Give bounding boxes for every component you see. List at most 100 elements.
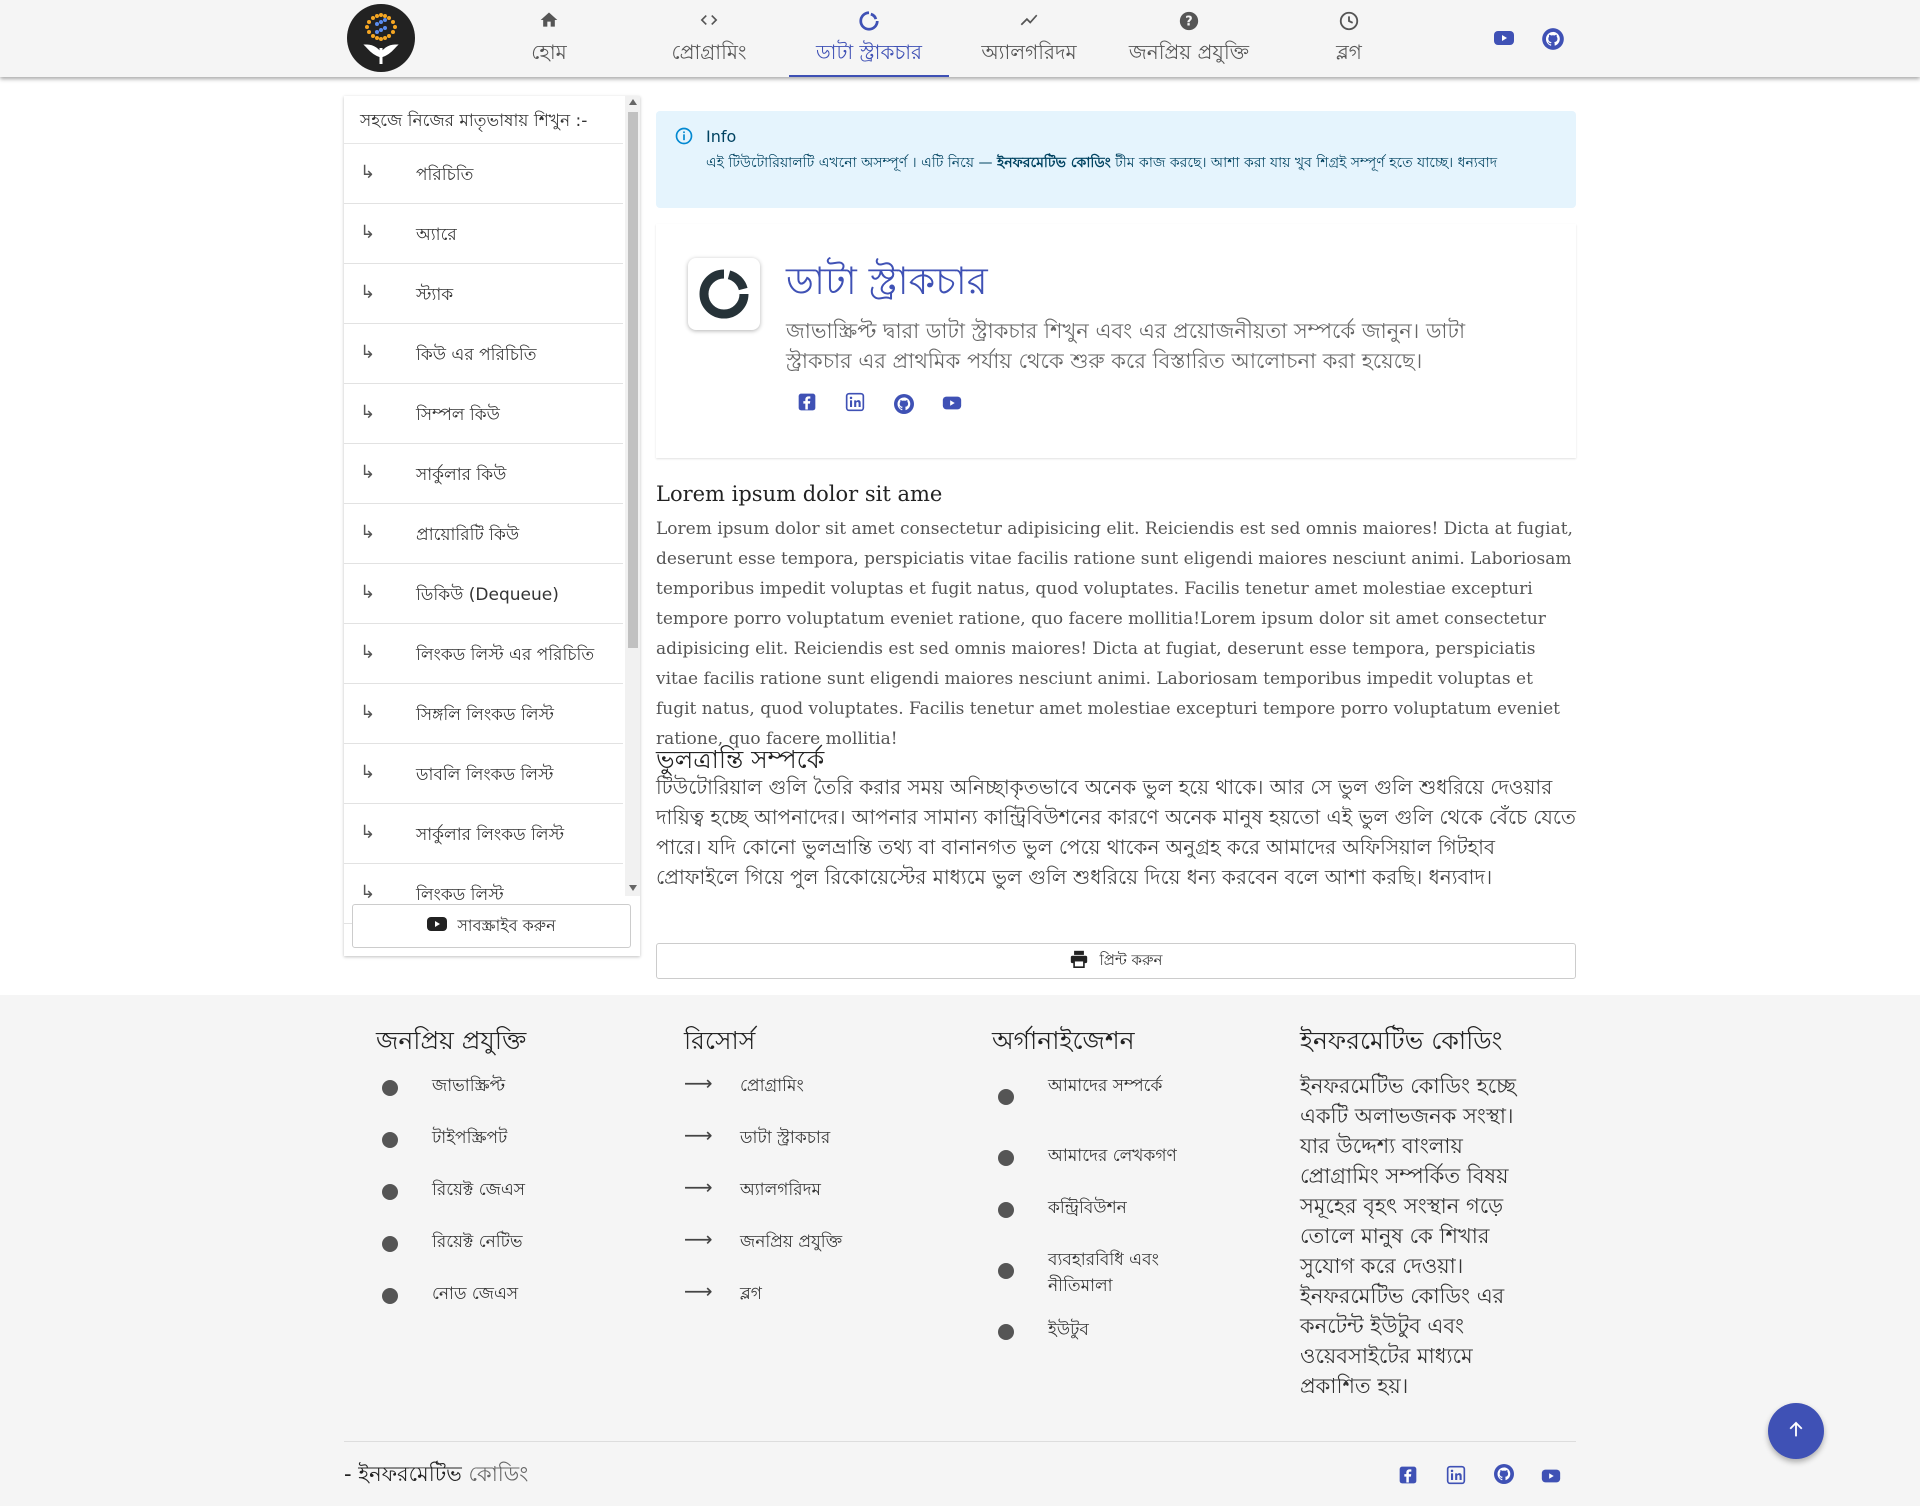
home-icon [469,10,629,32]
bullet-icon [382,1184,398,1200]
sidebar-item[interactable]: ↳ লিংকড লিস্ট এর পরিচিতি [344,624,623,684]
footer-link[interactable]: ⟶ ব্লগ [684,1279,762,1331]
footer-col-organization: অর্গানাইজেশন আমাদের সম্পর্কে আমাদের লেখকগ… [992,1021,1177,1367]
print-label: প্রিন্ট করুন [1099,950,1163,969]
footer-link[interactable]: ব্যবহারবিধি এবং নীতিমালা [992,1245,1159,1315]
nav-label: ডাটা স্ট্রাকচার [815,40,923,64]
sidebar-heading: সহজে নিজের মাতৃভাষায় শিখুন :- [344,96,623,144]
footer-link[interactable]: ⟶ জনপ্রিয় প্রযুক্তি [684,1227,842,1279]
footer-link[interactable]: ⟶ অ্যালগরিদম [684,1175,821,1227]
footer-link[interactable]: নোড জেএস [376,1279,526,1331]
footer-link-label: আমাদের লেখকগণ [1048,1146,1177,1166]
youtube-icon [427,916,448,936]
scroll-down-icon[interactable] [628,884,638,892]
top-navbar: হোম প্রোগ্রামিং ডাটা স্ট্রাকচার অ্যালগরি… [0,0,1920,77]
sidebar-item[interactable]: ↳ ডিকিউ (Dequeue) [344,564,623,624]
footer-link[interactable]: রিয়েক্ট জেএস [376,1175,526,1227]
sidebar-item[interactable]: ↳ সার্কুলার লিংকড লিস্ট [344,804,623,864]
bullet-icon [998,1202,1014,1218]
sidebar-item-label: ডাবলি লিংকড লিস্ট [416,765,554,785]
nav-label: অ্যালগরিদম [981,40,1077,64]
info-text-part: টীম কাজ করছে। আশা করা যায় খুব শিগ্রই সম… [1110,155,1498,171]
footer-col-title: জনপ্রিয় প্রযুক্তি [376,1026,527,1055]
sidebar-item[interactable]: ↳ প্রায়োরিটি কিউ [344,504,623,564]
nav-programming[interactable]: প্রোগ্রামিং [629,0,789,77]
github-icon[interactable] [1540,26,1566,56]
footer-link[interactable]: টাইপস্ক্রিপট [376,1123,526,1175]
footer-link[interactable]: জাভাস্ক্রিপ্ট [376,1071,526,1123]
topic-card: ডাটা স্ট্রাকচার জাভাস্ক্রিপ্ট দ্বারা ডাট… [656,224,1576,458]
scroll-thumb[interactable] [628,112,638,648]
sidebar-item-label: লিংকড লিস্ট এর পরিচিতি [416,645,595,665]
facebook-icon[interactable] [1398,1465,1418,1489]
footer-link[interactable]: ⟶ ডাটা স্ট্রাকচার [684,1123,830,1175]
footer-link[interactable]: আমাদের সম্পর্কে [992,1071,1162,1141]
nav-algorithm[interactable]: অ্যালগরিদম [949,0,1109,77]
footer-col-title: রিসোর্স [684,1026,756,1055]
nav-label: প্রোগ্রামিং [671,40,747,64]
scroll-up-icon[interactable] [628,98,638,106]
footer-col-about: ইনফরমেটিভ কোডিং ইনফরমেটিভ কোডিং হচ্ছে এক… [1300,1021,1540,1401]
nav-data-structure[interactable]: ডাটা স্ট্রাকচার [789,0,949,77]
subdirectory-arrow-icon: ↳ [360,282,376,303]
info-text-part: এই টিউটোরিয়ালটি এখনো অসম্পূর্ণ । এটি নি… [706,155,997,171]
footer-link-label: রিয়েক্ট নেটিভ [432,1232,523,1252]
nav-popular-tech[interactable]: ? জনপ্রিয় প্রযুক্তি [1109,0,1269,77]
svg-text:?: ? [1185,15,1192,30]
sidebar-list: ↳ পরিচিতি ↳ অ্যারে ↳ স্ট্যাক ↳ কিউ এর পরিচিতি ↳ স… [344,144,623,972]
nav-blog[interactable]: ব্লগ [1269,0,1429,77]
github-icon[interactable] [892,392,916,420]
linkedin-icon[interactable] [1446,1465,1466,1489]
site-logo[interactable] [347,4,415,72]
help-circle-icon: ? [1109,10,1269,32]
footer-list: ⟶ প্রোগ্রামিং ⟶ ডাটা স্ট্রাকচার ⟶ অ্যালগরিদম ⟶… [684,1071,842,1331]
sidebar-item[interactable]: ↳ কিউ এর পরিচিতি [344,324,623,384]
subdirectory-arrow-icon: ↳ [360,582,376,603]
loading-ring-icon [789,10,949,32]
bullet-icon [998,1324,1014,1340]
sidebar-item[interactable]: ↳ সিম্পল কিউ [344,384,623,444]
sidebar-item-label: ডিকিউ (Dequeue) [416,585,559,605]
topic-logo [688,258,760,330]
topic-title: ডাটা স্ট্রাকচার [786,259,988,303]
github-icon[interactable] [1492,1462,1516,1490]
footer-about-text: ইনফরমেটিভ কোডিং হচ্ছে একটি অলাভজনক সংস্থ… [1300,1074,1517,1398]
arrow-right-icon: ⟶ [684,1175,713,1199]
youtube-icon[interactable] [1492,26,1516,54]
sidebar-item-label: পরিচিতি [416,165,474,185]
lorem-paragraph: Lorem ipsum dolor sit amet consectetur a… [656,519,1573,749]
youtube-icon[interactable] [941,392,963,418]
info-text: এই টিউটোরিয়ালটি এখনো অসম্পূর্ণ । এটি নি… [706,153,1556,174]
youtube-icon[interactable] [1540,1465,1562,1491]
topic-description: জাভাস্ক্রিপ্ট দ্বারা ডাটা স্ট্রাকচার শিখ… [786,319,1466,373]
facebook-icon[interactable] [797,392,817,416]
sidebar-item[interactable]: ↳ পরিচিতি [344,144,623,204]
sidebar-item[interactable]: ↳ স্ট্যাক [344,264,623,324]
subdirectory-arrow-icon: ↳ [360,222,376,243]
scroll-to-top-button[interactable] [1768,1403,1824,1459]
subscribe-button[interactable]: সাবস্ক্রাইব করুন [352,904,631,948]
sidebar-item[interactable]: ↳ সিঙ্গলি লিংকড লিস্ট [344,684,623,744]
footer-link-label: ইউটুব [1048,1320,1089,1340]
subdirectory-arrow-icon: ↳ [360,642,376,663]
footer-link[interactable]: কন্ট্রিবিউশন [992,1193,1135,1245]
footer-link[interactable]: আমাদের লেখকগণ [992,1141,1177,1193]
bullet-icon [998,1089,1014,1105]
info-icon [674,126,694,150]
sidebar-item[interactable]: ↳ সার্কুলার কিউ [344,444,623,504]
footer-link[interactable]: ⟶ প্রোগ্রামিং [684,1071,804,1123]
linkedin-icon[interactable] [845,392,865,416]
footer-link-label: নোড জেএস [432,1284,519,1304]
nav-home[interactable]: হোম [469,0,629,77]
footer-link[interactable]: রিয়েক্ট নেটিভ [376,1227,526,1279]
footer-link[interactable]: ইউটুব [992,1315,1135,1367]
sidebar-item[interactable]: ↳ অ্যারে [344,204,623,264]
footer-list: আমাদের সম্পর্কে আমাদের লেখকগণ কন্ট্রিবিউশন… [992,1071,1177,1367]
sidebar-scrollbar[interactable] [625,96,640,896]
sidebar-item[interactable]: ↳ ডাবলি লিংকড লিস্ট [344,744,623,804]
footer-link-label: ব্যবহারবিধি এবং নীতিমালা [1048,1250,1159,1296]
footer-col-title: অর্গানাইজেশন [992,1026,1135,1055]
footer-brand: - ইনফরমেটিভ কোডিং [344,1458,528,1493]
subdirectory-arrow-icon: ↳ [360,822,376,843]
print-button[interactable]: প্রিন্ট করুন [656,943,1576,979]
